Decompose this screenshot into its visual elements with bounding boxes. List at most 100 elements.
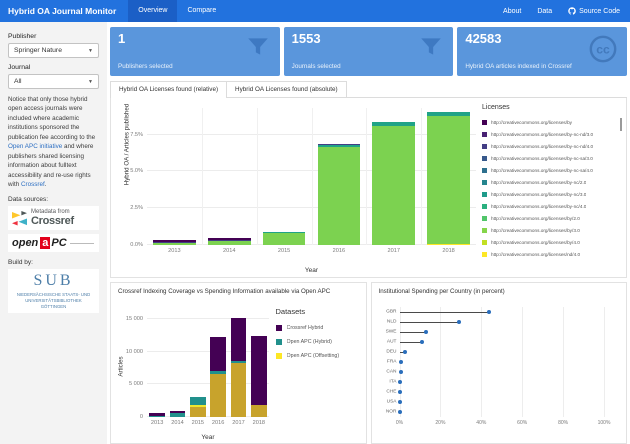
bar-segment[interactable]: [169, 411, 186, 413]
legend-item: http://creativecommons.org/licenses/by-n…: [482, 152, 622, 164]
nav-link-source-code[interactable]: Source Code: [568, 7, 620, 15]
y-tick-label: 0: [139, 414, 143, 420]
lollipop-dot[interactable]: [398, 370, 403, 374]
country-label: GBR: [386, 309, 397, 315]
bar-segment[interactable]: [372, 126, 416, 245]
open-apc-logo: open a PC: [8, 234, 99, 253]
y-tick-label: 10 000: [125, 348, 143, 355]
bar-segment[interactable]: [427, 112, 470, 117]
legend-label: http://creativecommons.org/licenses/nd/4…: [491, 251, 581, 257]
bar-segment[interactable]: [230, 362, 247, 417]
bar-segment[interactable]: [317, 146, 361, 245]
x-tick-label: 2016: [211, 420, 225, 426]
bar-segment[interactable]: [317, 144, 361, 147]
y-tick-label: 2.5%: [130, 205, 143, 212]
bar-segment[interactable]: [262, 232, 306, 245]
bar-segment[interactable]: [210, 371, 227, 374]
x-tick-label: 2016: [332, 248, 346, 254]
gridline: [256, 108, 258, 245]
gridline: [563, 307, 565, 417]
tab-licenses-absolute[interactable]: Hybrid OA Licenses found (absolute): [227, 81, 347, 97]
bar-segment[interactable]: [189, 404, 206, 408]
x-tick-label: 2017: [232, 420, 245, 426]
bar-segment[interactable]: [189, 397, 206, 405]
bar-segment[interactable]: [210, 337, 227, 372]
x-tick-label: 2015: [277, 248, 291, 254]
sub-goettingen-logo: SUB NIEDERSÄCHSISCHE STAATS- UND UNIVERS…: [8, 269, 99, 314]
bar-segment[interactable]: [317, 143, 361, 145]
bar-segment[interactable]: [262, 231, 306, 233]
spending-chart-plot[interactable]: 0% 20% 40% 60% 80% 100% GBR NLD SWE AUT DEU FRA CAN I…: [386, 307, 610, 426]
legend-swatch: [482, 179, 487, 185]
nav-link-data[interactable]: Data: [537, 8, 552, 15]
bar-segment[interactable]: [207, 240, 251, 245]
legend-swatch: [482, 119, 487, 125]
legend-swatch: [482, 155, 487, 161]
x-tick-label: 80%: [558, 420, 569, 426]
gridline: [366, 108, 368, 245]
nav-tab-compare[interactable]: Compare: [177, 0, 226, 22]
bar-segment[interactable]: [230, 360, 247, 363]
nav-link-about[interactable]: About: [503, 8, 521, 15]
legend-scrollbar[interactable]: [620, 118, 622, 131]
journal-select[interactable]: All ▼: [8, 74, 99, 89]
bar-segment[interactable]: [207, 238, 251, 240]
lollipop-dot[interactable]: [424, 330, 429, 334]
y-axis-label: Articles: [117, 356, 125, 377]
gridline: [421, 108, 423, 245]
nav-tab-overview[interactable]: Overview: [128, 0, 178, 22]
bar-segment[interactable]: [149, 413, 166, 417]
lollipop-dot[interactable]: [398, 390, 403, 394]
legend-swatch: [482, 191, 487, 197]
bar-segment[interactable]: [210, 373, 227, 417]
y-tick-label: 15 000: [125, 315, 143, 322]
lollipop-dot[interactable]: [402, 350, 407, 354]
publisher-select[interactable]: Springer Nature ▼: [8, 43, 99, 58]
legend-item: http://creativecommons.org/licenses/by-n…: [482, 176, 622, 188]
lollipop-dot[interactable]: [398, 380, 403, 384]
country-label: CHE: [386, 389, 397, 395]
bar-segment[interactable]: [230, 318, 247, 361]
bar-segment[interactable]: [153, 242, 196, 245]
legend-item: http://creativecommons.org/licenses/by-n…: [482, 200, 622, 212]
country-label: NLD: [386, 319, 397, 325]
legend-item: http://creativecommons.org/licenses/by/4…: [482, 236, 622, 248]
gridline: [201, 108, 203, 245]
stat-card-articles: 42583 Hybrid OA articles indexed in Cros…: [457, 27, 628, 76]
creative-commons-icon: cc: [588, 34, 618, 64]
x-tick-label: 2017: [387, 248, 400, 254]
spending-panel: Institutional Spending per Country (in p…: [370, 282, 627, 444]
lollipop-dot[interactable]: [398, 360, 403, 364]
licenses-legend: Licenses http://creativecommons.org/lice…: [482, 104, 622, 275]
open-apc-link[interactable]: Open APC initiative: [8, 143, 62, 150]
country-label: USA: [386, 399, 397, 405]
country-label: NOR: [385, 409, 397, 415]
legend-item: http://creativecommons.org/licenses/by/3…: [482, 224, 622, 236]
legend-item: http://creativecommons.org/licenses/by-n…: [482, 128, 622, 140]
bar-segment[interactable]: [149, 416, 166, 417]
bar-segment[interactable]: [250, 335, 267, 406]
bar-segment[interactable]: [169, 412, 186, 417]
bar-segment[interactable]: [189, 407, 206, 417]
bar-segment[interactable]: [427, 116, 470, 245]
filter-sidebar: Publisher Springer Nature ▼ Journal All …: [0, 22, 107, 444]
bar-segment[interactable]: [372, 122, 416, 127]
lollipop-dot[interactable]: [398, 400, 403, 404]
x-tick-label: 2015: [191, 420, 205, 426]
license-chart-plot[interactable]: 0.0% 2.5% 5.0% 7.5%: [130, 108, 476, 248]
bar-segment[interactable]: [153, 240, 196, 243]
coverage-chart-plot[interactable]: 0 5 000 10 000 15 000: [126, 311, 269, 420]
legend-label: http://creativecommons.org/licenses/by-n…: [491, 203, 587, 209]
bar-segment[interactable]: [250, 405, 267, 417]
y-tick-label: 5 000: [129, 381, 143, 388]
lollipop-dot[interactable]: [419, 340, 424, 344]
lollipop-dot[interactable]: [456, 320, 461, 324]
lollipop-dot[interactable]: [487, 310, 492, 314]
main-content: 1 Publishers selected 1553 Journals sele…: [107, 22, 630, 444]
lollipop-dot[interactable]: [398, 410, 403, 414]
crossref-link[interactable]: Crossref: [21, 181, 45, 188]
journal-label: Journal: [8, 64, 31, 71]
filter-icon: [245, 34, 271, 60]
legend-swatch: [482, 143, 487, 149]
country-label: ITA: [389, 379, 397, 385]
